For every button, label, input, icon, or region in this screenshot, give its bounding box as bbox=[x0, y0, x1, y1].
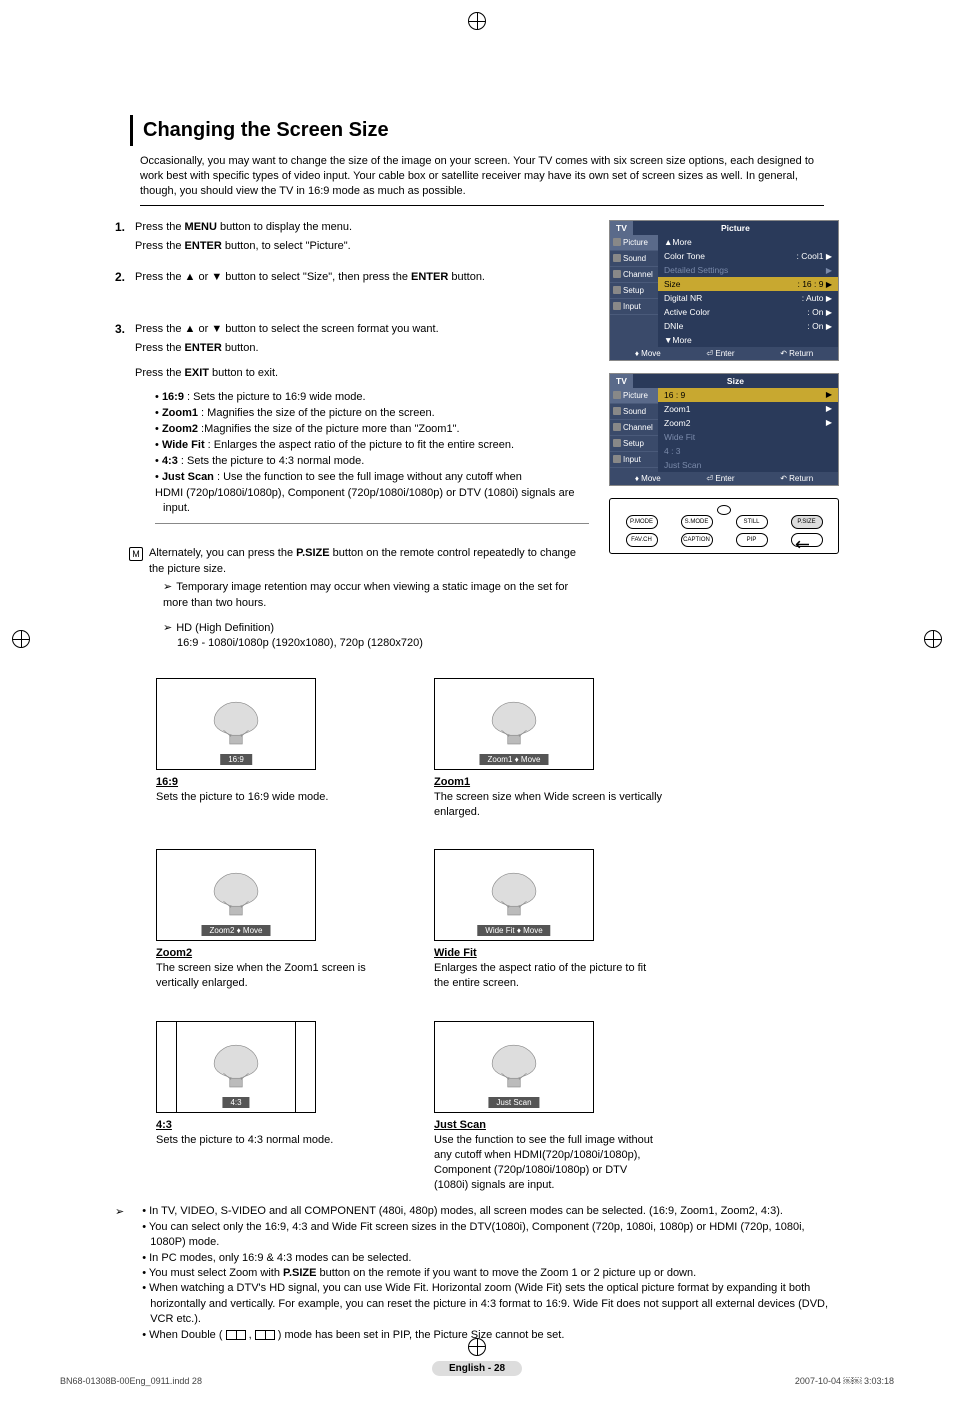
hd-note: ➢HD (High Definition) 16:9 - 1080i/1080p… bbox=[163, 621, 589, 652]
osd-tab-picture: Picture bbox=[610, 235, 658, 251]
final-note-item: • You can select only the 16:9, 4:3 and … bbox=[132, 1220, 839, 1251]
mode-bar-label: 16:9 bbox=[220, 754, 252, 765]
registration-mark bbox=[468, 1338, 486, 1356]
osd-tab-input: Input bbox=[610, 299, 658, 315]
osd-row: Detailed Settings ▶ bbox=[658, 263, 838, 277]
osd-return-hint: ↶ Return bbox=[780, 349, 813, 358]
osd-row: Just Scan bbox=[658, 458, 838, 472]
final-note-item: • In TV, VIDEO, S-VIDEO and all COMPONEN… bbox=[132, 1204, 839, 1219]
mode-zoom1: Zoom1 ♦ Move Zoom1 The screen size when Wi… bbox=[434, 678, 664, 820]
mode-title: Wide Fit bbox=[434, 947, 664, 959]
alternate-note: M Alternately, you can press the P.SIZE … bbox=[129, 546, 589, 577]
step-3: 3. Press the ▲ or ▼ button to select the… bbox=[115, 322, 589, 531]
mode-widefit: Wide Fit ♦ Move Wide Fit Enlarges the aspe… bbox=[434, 849, 664, 991]
remote-button-pip: PIP bbox=[736, 533, 768, 547]
osd-row: Size: 16 : 9 ▶ bbox=[658, 277, 838, 291]
osd-tab-setup: Setup bbox=[610, 283, 658, 299]
mode-title: 16:9 bbox=[156, 776, 386, 788]
mode-bar-label: Just Scan bbox=[488, 1097, 539, 1108]
mode-description: Use the function to see the full image w… bbox=[434, 1133, 664, 1192]
mode-thumbnail: 16:9 bbox=[156, 678, 316, 770]
mode-bar-label: 4:3 bbox=[222, 1097, 249, 1108]
page-number: English - 28 bbox=[432, 1361, 522, 1376]
remote-button-favch: FAV.CH bbox=[626, 533, 658, 547]
retention-note: ➢Temporary image retention may occur whe… bbox=[163, 580, 589, 611]
osd-tab-channel: Channel bbox=[610, 420, 658, 436]
final-note-item: • When watching a DTV's HD signal, you c… bbox=[132, 1281, 839, 1327]
mode-title: 4:3 bbox=[156, 1119, 386, 1131]
remote-button-caption: CAPTION bbox=[681, 533, 713, 547]
mode-16:9: 16:9 16:9 Sets the picture to 16:9 wide mo… bbox=[156, 678, 386, 820]
mode-description: The screen size when Wide screen is vert… bbox=[434, 790, 664, 820]
final-notes: ➢ • In TV, VIDEO, S-VIDEO and all COMPON… bbox=[115, 1204, 839, 1343]
osd-row: ▲More bbox=[658, 235, 838, 249]
mode-thumbnail: Zoom1 ♦ Move bbox=[434, 678, 594, 770]
mode-description: The screen size when the Zoom1 screen is… bbox=[156, 961, 386, 991]
remote-button-psize: P.SIZE bbox=[791, 515, 823, 529]
mode-justscan: Just Scan Just Scan Use the function to se… bbox=[434, 1021, 664, 1192]
osd-row: 16 : 9▶ bbox=[658, 388, 838, 402]
intro-text: Occasionally, you may want to change the… bbox=[140, 154, 824, 206]
osd-tab-sound: Sound bbox=[610, 251, 658, 267]
remote-button-pmode: P.MODE bbox=[626, 515, 658, 529]
mode-4:3: 4:3 4:3 Sets the picture to 4:3 normal mod… bbox=[156, 1021, 386, 1192]
registration-mark bbox=[468, 12, 486, 30]
osd-row: DNIe: On ▶ bbox=[658, 319, 838, 333]
registration-mark bbox=[924, 630, 942, 648]
print-footer: BN68-01308B-00Eng_0911.indd 28 2007-10-0… bbox=[60, 1376, 894, 1386]
final-note-item: • In PC modes, only 16:9 & 4:3 modes can… bbox=[132, 1251, 839, 1266]
mode-bar-label: Zoom1 ♦ Move bbox=[480, 754, 549, 765]
osd-move-hint: ♦ Move bbox=[635, 349, 661, 358]
mode-bar-label: Zoom2 ♦ Move bbox=[202, 925, 271, 936]
osd-row: Wide Fit bbox=[658, 430, 838, 444]
remote-illustration: P.MODE S.MODE STILL P.SIZE FAV.CH CAPTION PIP… bbox=[609, 498, 839, 554]
osd-row: Color Tone: Cool1 ▶ bbox=[658, 249, 838, 263]
osd-tab-channel: Channel bbox=[610, 267, 658, 283]
mode-thumbnail: Zoom2 ♦ Move bbox=[156, 849, 316, 941]
mode-description: Sets the picture to 4:3 normal mode. bbox=[156, 1133, 386, 1148]
final-note-item: • When Double ( , ) mode has been set in… bbox=[132, 1328, 839, 1343]
mode-thumbnail: 4:3 bbox=[156, 1021, 316, 1113]
osd-tab-setup: Setup bbox=[610, 436, 658, 452]
osd-row: Digital NR: Auto ▶ bbox=[658, 291, 838, 305]
mode-zoom2: Zoom2 ♦ Move Zoom2 The screen size when th… bbox=[156, 849, 386, 991]
osd-tab-sound: Sound bbox=[610, 404, 658, 420]
mode-thumbnail: Just Scan bbox=[434, 1021, 594, 1113]
mode-description: Enlarges the aspect ratio of the picture… bbox=[434, 961, 664, 991]
mode-bar-label: Wide Fit ♦ Move bbox=[477, 925, 550, 936]
remote-button-still: STILL bbox=[736, 515, 768, 529]
osd-tab-picture: Picture bbox=[610, 388, 658, 404]
osd-row: ▼More bbox=[658, 333, 838, 347]
step-number: 3. bbox=[115, 322, 125, 531]
osd-screenshot-picture: TVPicture PictureSoundChannelSetupInput … bbox=[609, 220, 839, 361]
step-1: 1. Press the MENU button to display the … bbox=[115, 220, 589, 255]
osd-enter-hint: ⏎ Enter bbox=[706, 349, 734, 358]
final-note-item: • You must select Zoom with P.SIZE butto… bbox=[132, 1266, 839, 1281]
step-number: 2. bbox=[115, 270, 125, 285]
mode-title: Zoom2 bbox=[156, 947, 386, 959]
size-options-list: • 16:9 : Sets the picture to 16:9 wide m… bbox=[155, 390, 589, 525]
remote-button-smode: S.MODE bbox=[681, 515, 713, 529]
osd-row: Zoom1▶ bbox=[658, 402, 838, 416]
osd-row: Active Color: On ▶ bbox=[658, 305, 838, 319]
mode-description: Sets the picture to 16:9 wide mode. bbox=[156, 790, 386, 805]
mode-title: Just Scan bbox=[434, 1119, 664, 1131]
registration-mark bbox=[12, 630, 30, 648]
section-heading: Changing the Screen Size bbox=[130, 115, 894, 146]
osd-row: Zoom2▶ bbox=[658, 416, 838, 430]
note-icon: M bbox=[129, 547, 143, 561]
osd-screenshot-size: TVSize PictureSoundChannelSetupInput 16 … bbox=[609, 373, 839, 486]
mode-title: Zoom1 bbox=[434, 776, 664, 788]
step-2: 2. Press the ▲ or ▼ button to select "Si… bbox=[115, 270, 589, 285]
osd-tab-input: Input bbox=[610, 452, 658, 468]
mode-thumbnail: Wide Fit ♦ Move bbox=[434, 849, 594, 941]
page-title: Changing the Screen Size bbox=[143, 119, 894, 142]
osd-row: 4 : 3 bbox=[658, 444, 838, 458]
step-number: 1. bbox=[115, 220, 125, 255]
